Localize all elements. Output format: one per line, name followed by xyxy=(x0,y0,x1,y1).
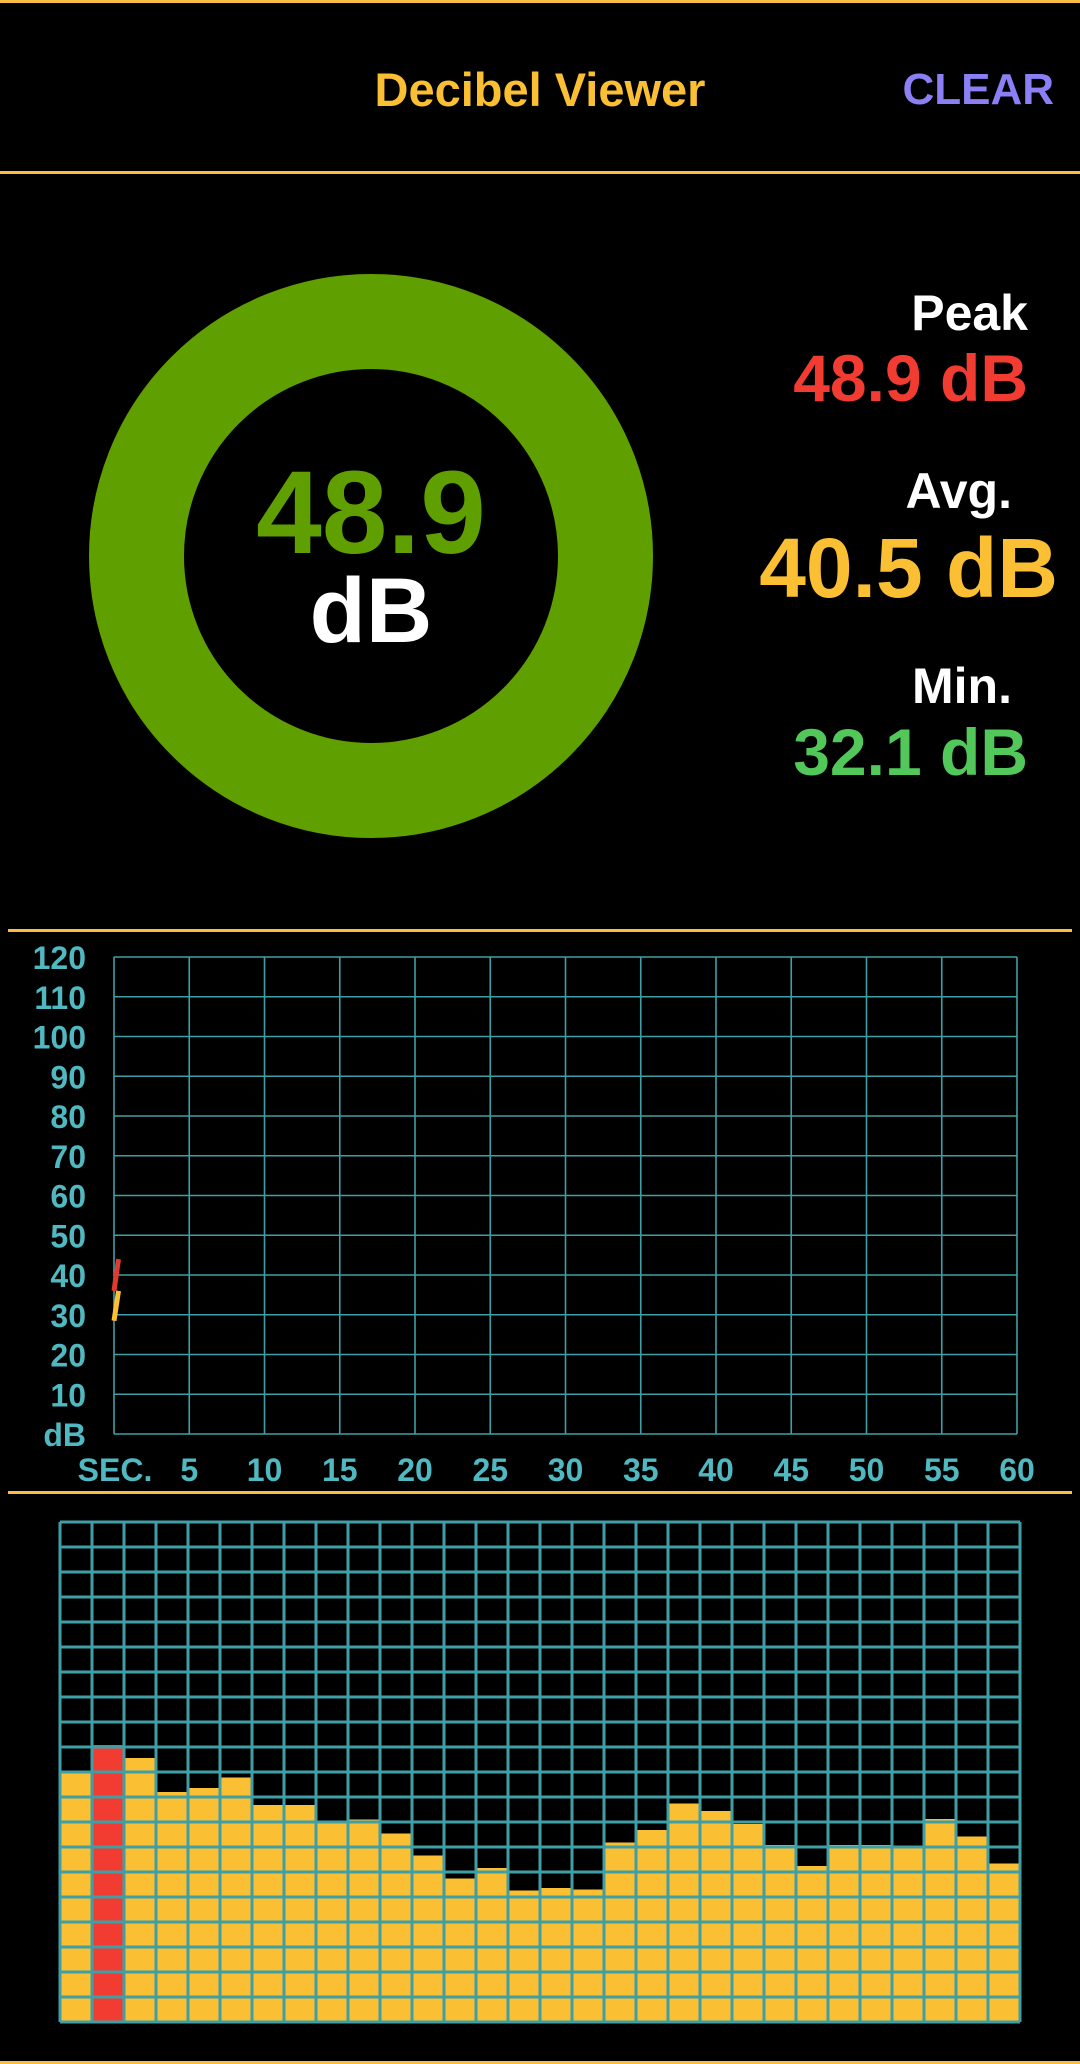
y-tick-label: 110 xyxy=(34,980,86,1016)
x-tick-label: 55 xyxy=(924,1452,960,1488)
bar xyxy=(156,1792,188,2022)
y-tick-label: 70 xyxy=(50,1139,86,1175)
header-divider xyxy=(0,171,1080,174)
y-tick-label: 120 xyxy=(33,940,86,976)
x-axis-unit-label: SEC. xyxy=(78,1452,153,1488)
bar xyxy=(220,1777,252,2022)
bar xyxy=(540,1888,572,2022)
bar xyxy=(636,1830,668,2022)
bar xyxy=(700,1811,732,2022)
bar xyxy=(604,1842,636,2022)
y-tick-label: 50 xyxy=(50,1218,86,1254)
clear-button[interactable]: CLEAR xyxy=(902,60,1054,120)
x-tick-label: 35 xyxy=(623,1452,659,1488)
decibel-history-chart: 120110100908070605040302010dBSEC. 5 10 15 20… xyxy=(33,940,1035,1488)
bar xyxy=(380,1833,412,2022)
level-bar-chart xyxy=(58,1520,1022,2024)
current-decibel-value: 48.9 xyxy=(256,447,486,579)
y-tick-label: 90 xyxy=(50,1059,86,1095)
y-tick-label: 10 xyxy=(50,1377,86,1413)
y-tick-label: 40 xyxy=(50,1258,86,1294)
y-tick-label: 100 xyxy=(33,1020,86,1056)
min-value: 32.1 dB xyxy=(793,715,1028,789)
bar xyxy=(572,1889,604,2022)
bar-chart-grid xyxy=(58,1520,1022,2024)
peak-value: 48.9 dB xyxy=(793,341,1028,415)
bar xyxy=(444,1878,476,2022)
x-tick-label: 60 xyxy=(999,1452,1035,1488)
bar xyxy=(668,1803,700,2022)
y-tick-label: 20 xyxy=(50,1338,86,1374)
top-divider xyxy=(0,0,1080,3)
y-tick-label: 30 xyxy=(50,1298,86,1334)
peak-label: Peak xyxy=(911,285,1028,341)
bar xyxy=(252,1805,284,2022)
x-tick-label: 50 xyxy=(849,1452,885,1488)
line-chart-grid xyxy=(113,956,1018,1435)
bar xyxy=(284,1805,316,2022)
average-label: Avg. xyxy=(905,463,1013,519)
y-tick-label: 60 xyxy=(50,1179,86,1215)
bar xyxy=(796,1866,828,2022)
x-tick-label: 20 xyxy=(397,1452,433,1488)
average-value: 40.5 dB xyxy=(759,521,1058,615)
x-tick-label: 30 xyxy=(548,1452,584,1488)
y-tick-label: 80 xyxy=(50,1099,86,1135)
x-tick-label: 45 xyxy=(773,1452,809,1488)
x-tick-label: 10 xyxy=(247,1452,283,1488)
bar xyxy=(476,1868,508,2022)
x-tick-label: 5 xyxy=(180,1452,198,1488)
bar-peak xyxy=(92,1745,124,2022)
min-label: Min. xyxy=(912,658,1012,714)
bar xyxy=(956,1836,988,2022)
current-decibel-unit: dB xyxy=(309,560,433,662)
x-tick-label: 15 xyxy=(322,1452,358,1488)
x-tick-label: 25 xyxy=(472,1452,508,1488)
y-axis-unit-label: dB xyxy=(43,1417,86,1453)
x-tick-label: 40 xyxy=(698,1452,734,1488)
bar xyxy=(508,1890,540,2022)
